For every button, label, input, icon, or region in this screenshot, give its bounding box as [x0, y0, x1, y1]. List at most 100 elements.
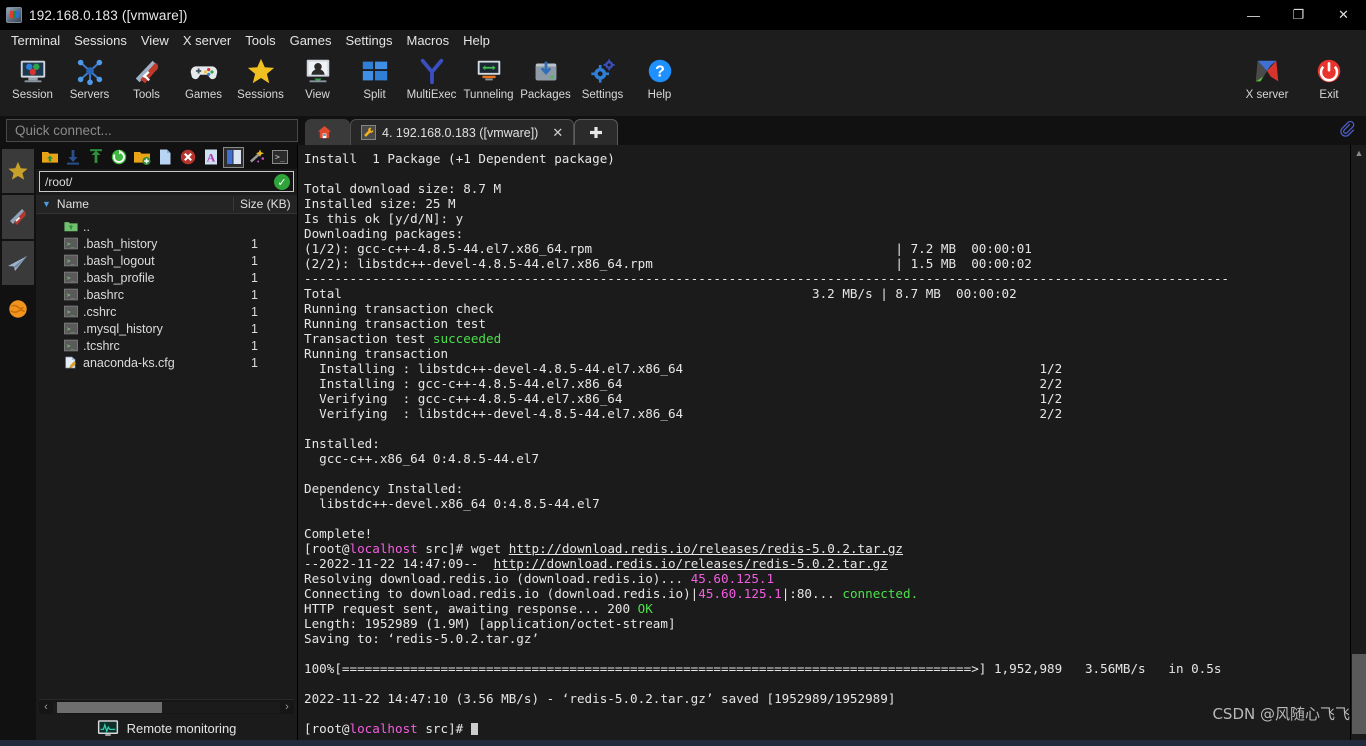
sidebar-item-tools[interactable] [2, 195, 34, 239]
terminal-text: Running transaction [304, 346, 448, 361]
terminal-text: Verifying : gcc-c++-4.8.5-44.el7.x86_64 … [304, 391, 1062, 406]
hscroll-thumb[interactable] [57, 702, 162, 713]
download-icon[interactable] [63, 148, 82, 167]
file-row[interactable]: >_.bash_history1 [36, 235, 297, 252]
svg-text:A: A [206, 151, 215, 165]
toolbar-button-help[interactable]: ?Help [631, 51, 688, 101]
menu-item-view[interactable]: View [134, 31, 176, 50]
quick-connect-input[interactable]: Quick connect... [6, 119, 298, 142]
column-name[interactable]: ▼ Name [36, 197, 233, 211]
file-row[interactable]: anaconda-ks.cfg1 [36, 354, 297, 371]
file-row[interactable]: >_.bashrc1 [36, 286, 297, 303]
terminal-line: [root@localhost src]# wget http://downlo… [304, 541, 1350, 556]
settings-gear-icon [587, 55, 619, 87]
go-up-folder-icon[interactable] [40, 148, 59, 167]
file-row[interactable]: .. [36, 218, 297, 235]
close-button[interactable]: ✕ [1321, 0, 1366, 30]
toolbar-button-sessions[interactable]: Sessions [232, 51, 289, 101]
terminal-text: Is this ok [y/d/N]: y [304, 211, 463, 226]
menu-item-macros[interactable]: Macros [399, 31, 456, 50]
menu-item-settings[interactable]: Settings [339, 31, 400, 50]
tab-home[interactable] [305, 119, 350, 145]
paperclip-icon[interactable] [1338, 120, 1358, 145]
file-name-label: anaconda-ks.cfg [83, 356, 175, 370]
toolbar-button-packages[interactable]: Packages [517, 51, 574, 101]
toolbar-button-games[interactable]: Games [175, 51, 232, 101]
file-row[interactable]: >_.bash_profile1 [36, 269, 297, 286]
tunneling-icon [473, 55, 505, 87]
terminal-line [304, 676, 1350, 691]
terminal-line: libstdc++-devel.x86_64 0:4.8.5-44.el7 [304, 496, 1350, 511]
svg-text:>_: >_ [275, 153, 285, 162]
file-row[interactable]: >_.cshrc1 [36, 303, 297, 320]
toolbar-button-x-server[interactable]: X server [1236, 51, 1298, 101]
file-row[interactable]: >_.tcshrc1 [36, 337, 297, 354]
sidebar-item-send[interactable] [2, 241, 34, 285]
menu-item-sessions[interactable]: Sessions [67, 31, 134, 50]
file-row[interactable]: >_.mysql_history1 [36, 320, 297, 337]
terminal-text: Connecting to download.redis.io (downloa… [304, 586, 698, 601]
path-ok-icon[interactable]: ✓ [274, 174, 290, 190]
terminal-text: Running transaction check [304, 301, 494, 316]
remote-monitoring-button[interactable]: Remote monitoring [36, 714, 297, 742]
terminal-text[interactable]: http://download.redis.io/releases/redis-… [509, 541, 903, 556]
terminal-text: Total 3.2 MB/s | 8.7 MB 00:00:02 [304, 286, 1017, 301]
text-mode-icon[interactable]: A [201, 148, 220, 167]
path-bar[interactable]: /root/ ✓ [39, 171, 294, 192]
toolbar-button-multiexec[interactable]: MultiExec [403, 51, 460, 101]
terminal-icon[interactable]: >_ [270, 148, 289, 167]
new-folder-icon[interactable] [132, 148, 151, 167]
toolbar-button-view[interactable]: View [289, 51, 346, 101]
terminal-text: localhost [350, 721, 418, 736]
script-file-icon: >_ [64, 305, 78, 318]
tab-new[interactable] [574, 119, 618, 145]
terminal-text[interactable]: http://download.redis.io/releases/redis-… [494, 556, 888, 571]
terminal-text: (1/2): gcc-c++-4.8.5-44.el7.x86_64.rpm |… [304, 241, 1032, 256]
delete-icon[interactable] [178, 148, 197, 167]
maximize-button[interactable]: ❐ [1276, 0, 1321, 30]
menu-item-tools[interactable]: Tools [238, 31, 282, 50]
toolbar-button-session[interactable]: Session [4, 51, 61, 101]
menu-item-terminal[interactable]: Terminal [4, 31, 67, 50]
toolbar-button-exit[interactable]: Exit [1298, 51, 1360, 101]
toolbar-button-label: X server [1246, 89, 1289, 101]
toolbar-button-tools[interactable]: Tools [118, 51, 175, 101]
toolbar-button-servers[interactable]: Servers [61, 51, 118, 101]
menu-item-x-server[interactable]: X server [176, 31, 238, 50]
file-row[interactable]: >_.bash_logout1 [36, 252, 297, 269]
tab-session[interactable]: 4. 192.168.0.183 ([vmware]) ✕ [350, 119, 574, 145]
column-size[interactable]: Size (KB) [233, 197, 297, 211]
menu-item-help[interactable]: Help [456, 31, 497, 50]
scroll-thumb[interactable] [1352, 654, 1366, 734]
magic-wand-icon[interactable] [247, 148, 266, 167]
terminal-line: (2/2): libstdc++-devel-4.8.5-44.el7.x86_… [304, 256, 1350, 271]
menu-item-games[interactable]: Games [283, 31, 339, 50]
terminal-output[interactable]: Install 1 Package (+1 Dependent package)… [298, 145, 1350, 746]
sidebar-item-favorites[interactable] [2, 149, 34, 193]
hscroll-track[interactable] [53, 702, 280, 713]
scroll-up-arrow[interactable]: ▲ [1351, 145, 1366, 161]
taskbar-peek [0, 740, 1366, 746]
terminal-text: HTTP request sent, awaiting response... … [304, 601, 638, 616]
toolbar-button-tunneling[interactable]: Tunneling [460, 51, 517, 101]
terminal-text: [root@ [304, 721, 350, 736]
new-file-icon[interactable] [155, 148, 174, 167]
file-list: ..>_.bash_history1>_.bash_logout1>_.bash… [36, 214, 297, 699]
toolbar-button-split[interactable]: Split [346, 51, 403, 101]
toolbar-button-settings[interactable]: Settings [574, 51, 631, 101]
minimize-button[interactable]: — [1231, 0, 1276, 30]
sidebar-item-globe[interactable] [2, 287, 34, 331]
terminal-scrollbar[interactable]: ▲ ▼ [1350, 145, 1366, 746]
terminal-line [304, 646, 1350, 661]
file-list-hscrollbar[interactable]: ‹ › [39, 699, 294, 714]
upload-icon[interactable] [86, 148, 105, 167]
terminal-line: (1/2): gcc-c++-4.8.5-44.el7.x86_64.rpm |… [304, 241, 1350, 256]
split-view-icon[interactable] [224, 148, 243, 167]
refresh-icon[interactable] [109, 148, 128, 167]
tab-close-icon[interactable]: ✕ [552, 125, 563, 141]
view-icon [302, 55, 334, 87]
file-name-cell: .. [36, 220, 233, 234]
hscroll-right-arrow[interactable]: › [280, 701, 294, 713]
games-icon [188, 55, 220, 87]
hscroll-left-arrow[interactable]: ‹ [39, 701, 53, 713]
